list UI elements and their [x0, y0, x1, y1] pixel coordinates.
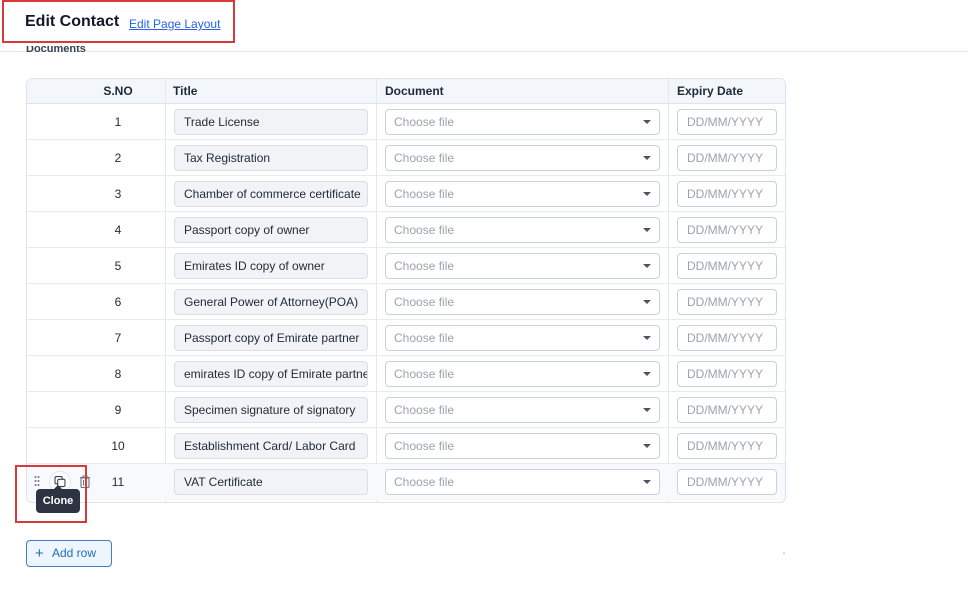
- chevron-down-icon: [643, 156, 651, 160]
- edit-page-layout-link[interactable]: Edit Page Layout: [129, 17, 220, 31]
- document-file-select[interactable]: Choose file: [385, 469, 660, 495]
- chevron-down-icon: [643, 372, 651, 376]
- add-row-button[interactable]: + Add row: [26, 540, 112, 567]
- table-row: 5 Emirates ID copy of owner Choose file DD/…: [27, 248, 785, 284]
- document-select-placeholder: Choose file: [394, 367, 455, 381]
- row-title-field[interactable]: Passport copy of owner: [174, 217, 368, 243]
- clone-tooltip: Clone: [36, 485, 80, 513]
- column-header-title: Title: [173, 84, 198, 98]
- chevron-down-icon: [643, 408, 651, 412]
- documents-table: S.NO Title Document Expiry Date 1 Trade L…: [26, 78, 786, 503]
- document-file-select[interactable]: Choose file: [385, 217, 660, 243]
- document-select-placeholder: Choose file: [394, 259, 455, 273]
- row-title-field[interactable]: Specimen signature of signatory: [174, 397, 368, 423]
- expiry-date-field[interactable]: DD/MM/YYYY: [677, 397, 777, 423]
- document-select-placeholder: Choose file: [394, 151, 455, 165]
- decorative-dot: [783, 552, 785, 554]
- expiry-date-field[interactable]: DD/MM/YYYY: [677, 217, 777, 243]
- page-title: Edit Contact: [25, 13, 120, 30]
- document-select-placeholder: Choose file: [394, 223, 455, 237]
- row-title-field[interactable]: Passport copy of Emirate partner: [174, 325, 368, 351]
- document-file-select[interactable]: Choose file: [385, 433, 660, 459]
- document-file-select[interactable]: Choose file: [385, 325, 660, 351]
- table-row: 7 Passport copy of Emirate partner Choose …: [27, 320, 785, 356]
- table-row: 2 Tax Registration Choose file DD/MM/YYYY: [27, 140, 785, 176]
- chevron-down-icon: [643, 480, 651, 484]
- page-header: Edit Contact Edit Page Layout: [0, 0, 968, 52]
- table-row: 10 Establishment Card/ Labor Card Choose f…: [27, 428, 785, 464]
- expiry-date-field[interactable]: DD/MM/YYYY: [677, 325, 777, 351]
- table-row: 1 Trade License Choose file DD/MM/YYYY: [27, 104, 785, 140]
- table-row: 6 General Power of Attorney(POA) Choose fi…: [27, 284, 785, 320]
- document-select-placeholder: Choose file: [394, 115, 455, 129]
- expiry-date-field[interactable]: DD/MM/YYYY: [677, 289, 777, 315]
- chevron-down-icon: [643, 228, 651, 232]
- document-file-select[interactable]: Choose file: [385, 361, 660, 387]
- table-row: 4 Passport copy of owner Choose file DD/MM/…: [27, 212, 785, 248]
- row-title-field[interactable]: emirates ID copy of Emirate partner: [174, 361, 368, 387]
- row-title-field[interactable]: Establishment Card/ Labor Card: [174, 433, 368, 459]
- plus-icon: +: [35, 545, 44, 562]
- document-file-select[interactable]: Choose file: [385, 289, 660, 315]
- table-row: 11 VAT Certificate Choose file DD/MM/YYYY: [27, 464, 785, 500]
- expiry-date-field[interactable]: DD/MM/YYYY: [677, 469, 777, 495]
- row-title-field[interactable]: Chamber of commerce certificate: [174, 181, 368, 207]
- table-row: 8 emirates ID copy of Emirate partner Choo…: [27, 356, 785, 392]
- chevron-down-icon: [643, 120, 651, 124]
- document-select-placeholder: Choose file: [394, 475, 455, 489]
- table-header: S.NO Title Document Expiry Date: [27, 79, 785, 104]
- expiry-date-field[interactable]: DD/MM/YYYY: [677, 145, 777, 171]
- table-row: 9 Specimen signature of signatory Choose f…: [27, 392, 785, 428]
- expiry-date-field[interactable]: DD/MM/YYYY: [677, 253, 777, 279]
- document-select-placeholder: Choose file: [394, 439, 455, 453]
- document-select-placeholder: Choose file: [394, 331, 455, 345]
- document-file-select[interactable]: Choose file: [385, 109, 660, 135]
- chevron-down-icon: [643, 336, 651, 340]
- expiry-date-field[interactable]: DD/MM/YYYY: [677, 433, 777, 459]
- expiry-date-field[interactable]: DD/MM/YYYY: [677, 109, 777, 135]
- row-title-field[interactable]: Emirates ID copy of owner: [174, 253, 368, 279]
- chevron-down-icon: [643, 300, 651, 304]
- document-select-placeholder: Choose file: [394, 295, 455, 309]
- chevron-down-icon: [643, 264, 651, 268]
- document-file-select[interactable]: Choose file: [385, 397, 660, 423]
- row-title-field[interactable]: Trade License: [174, 109, 368, 135]
- expiry-date-field[interactable]: DD/MM/YYYY: [677, 181, 777, 207]
- document-select-placeholder: Choose file: [394, 187, 455, 201]
- table-row: 3 Chamber of commerce certificate Choose f…: [27, 176, 785, 212]
- add-row-label: Add row: [52, 546, 97, 560]
- chevron-down-icon: [643, 192, 651, 196]
- row-title-field[interactable]: Tax Registration: [174, 145, 368, 171]
- expiry-date-field[interactable]: DD/MM/YYYY: [677, 361, 777, 387]
- document-file-select[interactable]: Choose file: [385, 145, 660, 171]
- document-file-select[interactable]: Choose file: [385, 181, 660, 207]
- column-header-sno: S.NO: [103, 84, 133, 98]
- section-label: Documents: [26, 46, 86, 54]
- row-title-field[interactable]: VAT Certificate: [174, 469, 368, 495]
- column-header-expiry-date: Expiry Date: [677, 84, 744, 98]
- row-title-field[interactable]: General Power of Attorney(POA): [174, 289, 368, 315]
- column-header-document: Document: [385, 84, 444, 98]
- document-select-placeholder: Choose file: [394, 403, 455, 417]
- chevron-down-icon: [643, 444, 651, 448]
- document-file-select[interactable]: Choose file: [385, 253, 660, 279]
